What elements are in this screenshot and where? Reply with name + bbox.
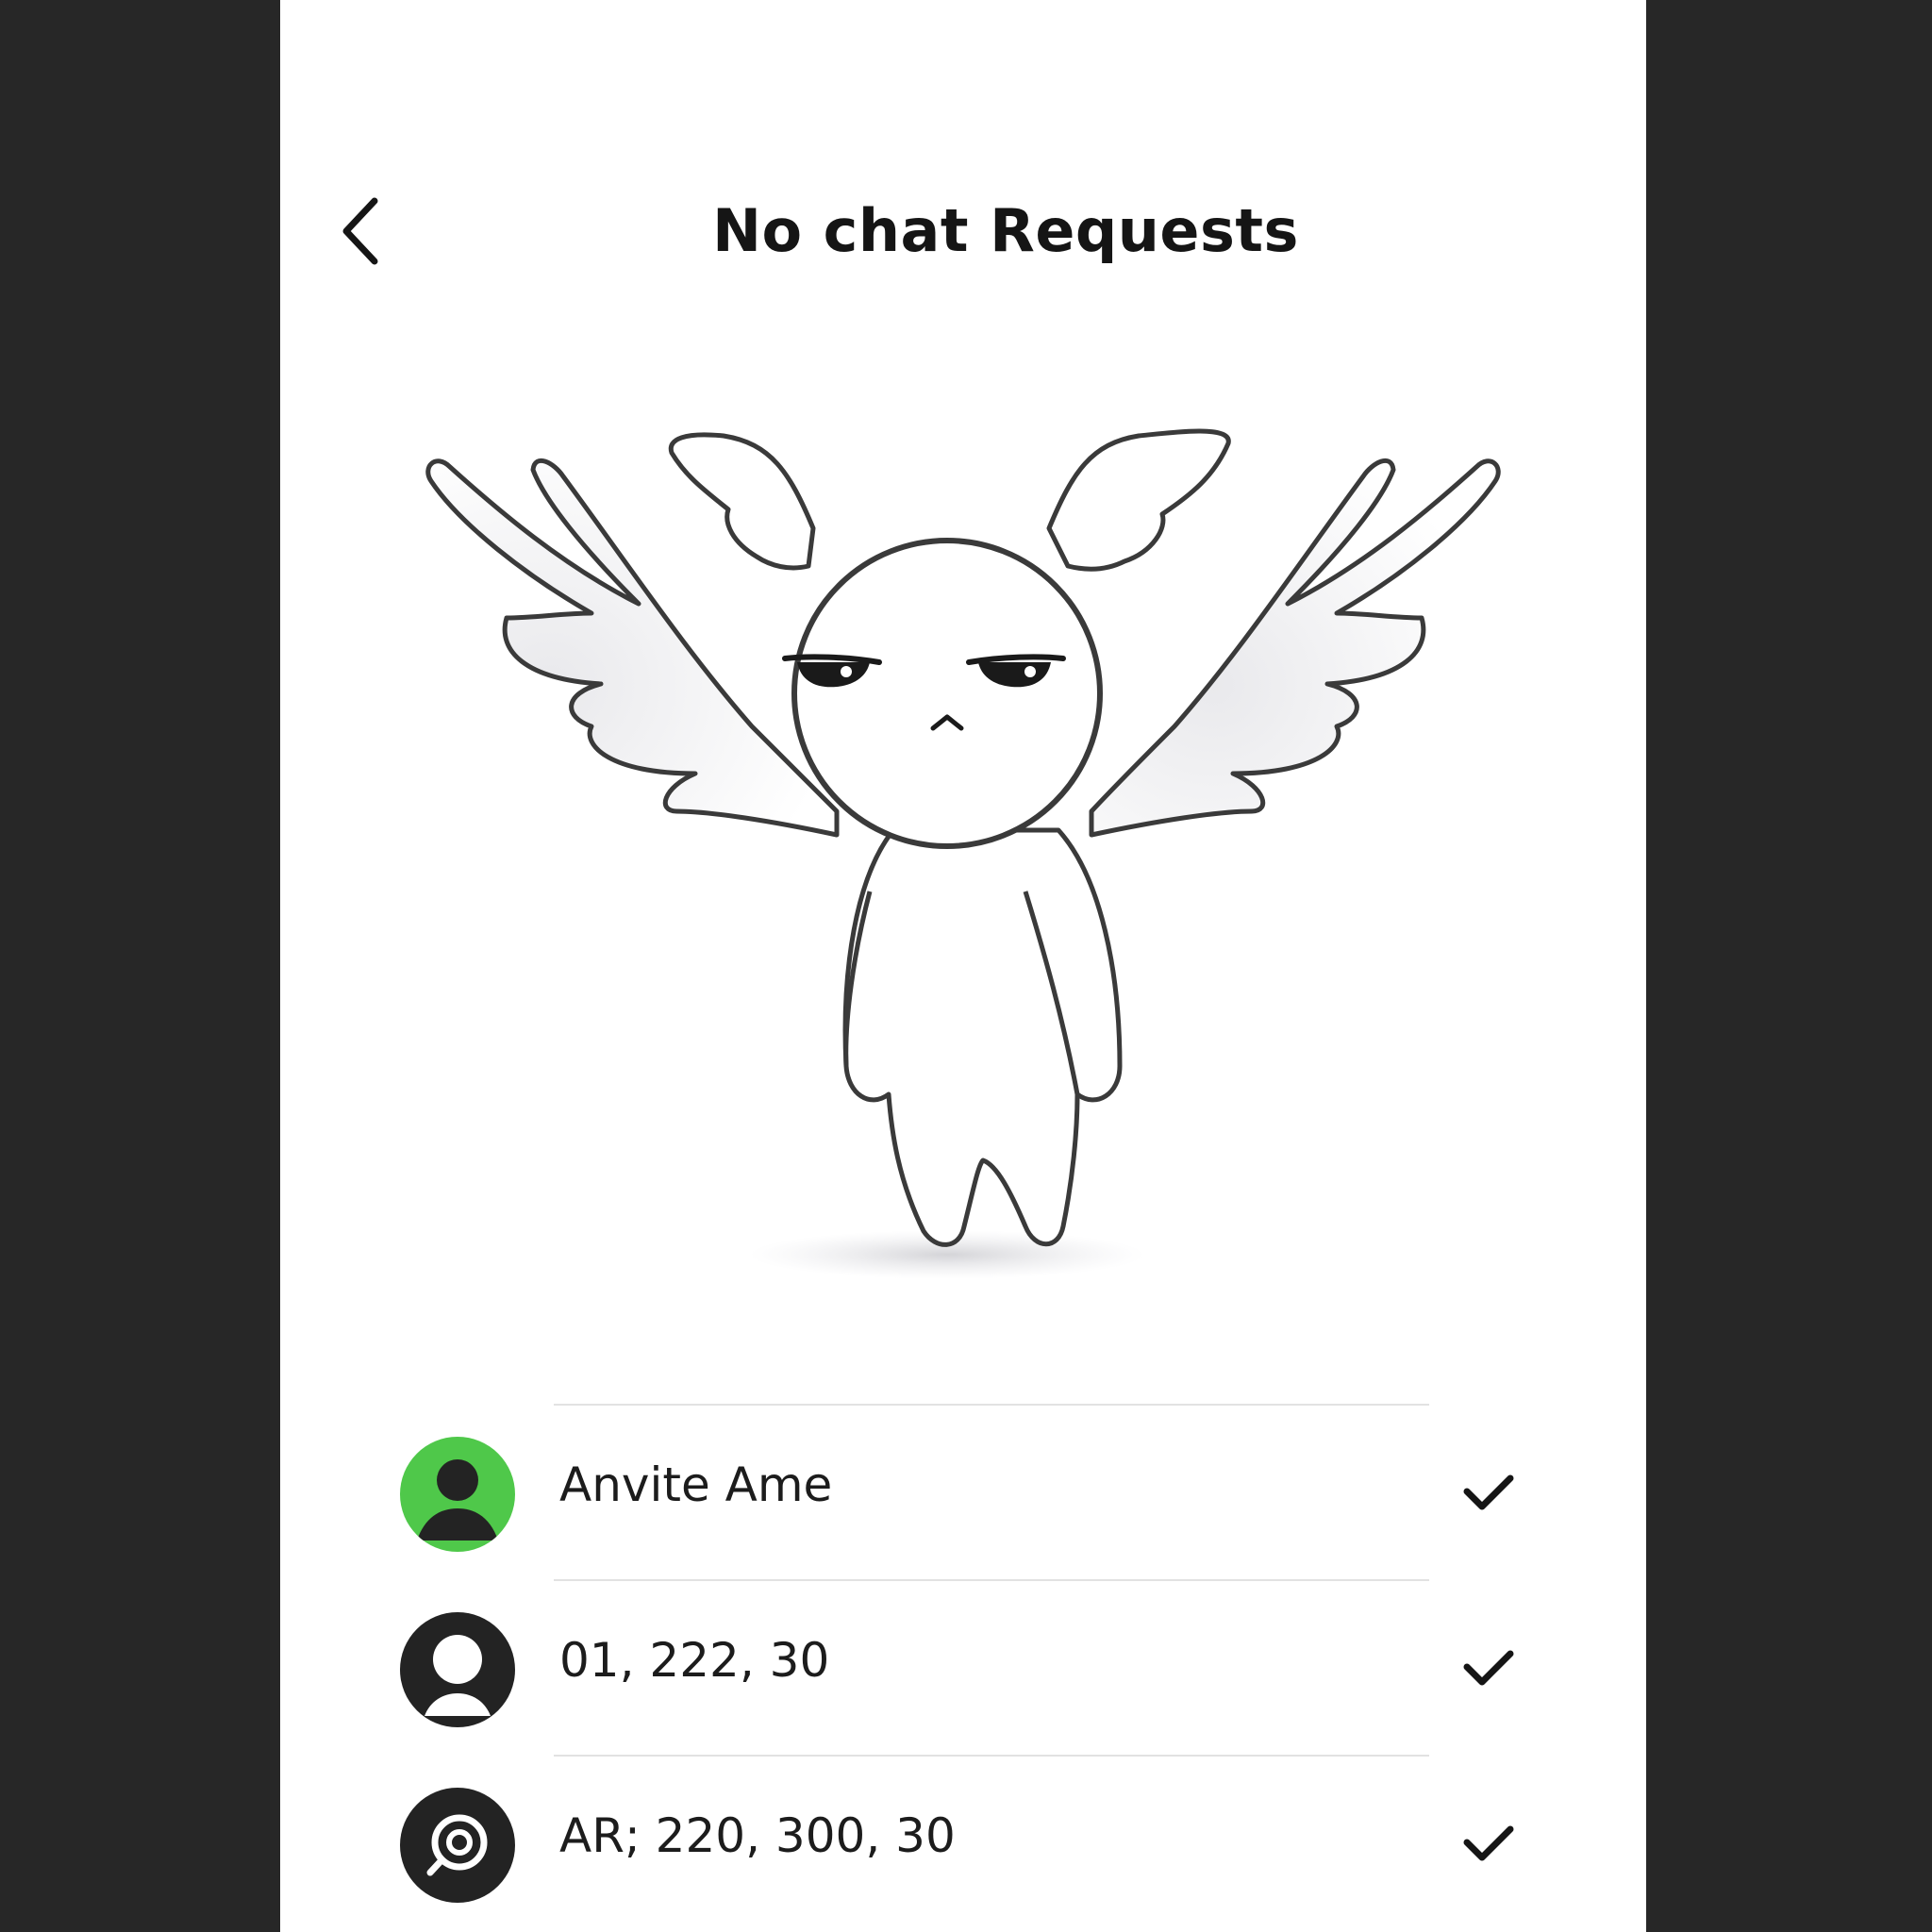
- right-backdrop: [1646, 0, 1932, 1932]
- left-head-wing: [668, 432, 816, 571]
- left-backdrop: [0, 0, 280, 1932]
- request-name: 01, 222, 30: [559, 1633, 830, 1688]
- check-icon[interactable]: [1461, 1644, 1516, 1691]
- avatar: [400, 1437, 515, 1552]
- avatar: [400, 1788, 515, 1903]
- avatar: [400, 1612, 515, 1727]
- request-name: Anvite Ame: [559, 1457, 833, 1512]
- right-head-wing: [1046, 428, 1231, 572]
- chat-requests-screen: No chat Requests Anvite Ame 01, 222, 30 …: [280, 0, 1646, 1932]
- person-icon: [417, 1459, 498, 1541]
- angel-character-illustration: [425, 428, 1501, 1279]
- page-title: No chat Requests: [712, 196, 1299, 265]
- check-icon[interactable]: [1461, 1469, 1516, 1516]
- check-icon[interactable]: [1461, 1820, 1516, 1867]
- character-head: [791, 538, 1103, 849]
- request-row[interactable]: Anvite Ame: [280, 1406, 1646, 1581]
- request-row[interactable]: 01, 222, 30: [280, 1581, 1646, 1757]
- request-name: AR; 220, 300, 30: [559, 1808, 956, 1863]
- character-body: [842, 827, 1123, 1247]
- target-icon: [426, 1814, 488, 1876]
- person-outline-icon: [425, 1635, 491, 1716]
- request-row[interactable]: AR; 220, 300, 30: [280, 1757, 1646, 1932]
